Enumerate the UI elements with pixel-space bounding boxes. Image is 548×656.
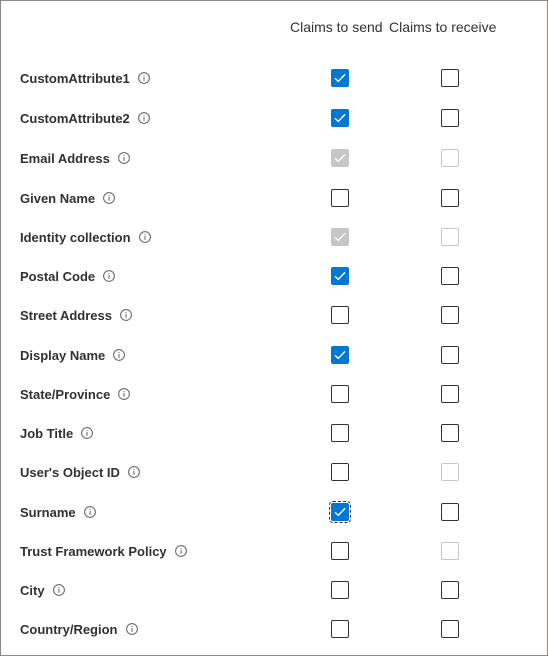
claim-row: CustomAttribute1	[1, 63, 547, 93]
claim-label: User's Object ID	[20, 464, 120, 480]
claims-to-send-checkbox[interactable]	[331, 346, 349, 364]
claim-row: Identity collection	[1, 222, 547, 252]
claims-to-send-checkbox[interactable]	[331, 385, 349, 403]
info-circle-icon[interactable]	[113, 349, 126, 361]
claims-to-send-checkbox[interactable]	[331, 306, 349, 324]
claim-label: Job Title	[20, 425, 74, 441]
info-circle-icon[interactable]	[81, 427, 94, 439]
claim-row: Display Name	[1, 340, 547, 370]
claim-label: CustomAttribute2	[20, 110, 130, 126]
claims-to-receive-checkbox[interactable]	[441, 620, 459, 638]
info-circle-icon[interactable]	[52, 584, 65, 596]
claims-to-receive-checkbox	[441, 542, 459, 560]
claim-label: Identity collection	[20, 229, 131, 245]
claims-to-receive-checkbox	[441, 149, 459, 167]
info-circle-icon[interactable]	[138, 231, 151, 243]
info-circle-icon[interactable]	[125, 623, 138, 635]
claim-row: CustomAttribute2	[1, 103, 547, 133]
claim-row: Job Title	[1, 418, 547, 448]
claims-to-send-checkbox[interactable]	[331, 581, 349, 599]
claims-to-receive-checkbox[interactable]	[441, 385, 459, 403]
claims-to-send-checkbox[interactable]	[331, 463, 349, 481]
claims-to-receive-checkbox[interactable]	[441, 69, 459, 87]
claims-to-receive-checkbox[interactable]	[441, 581, 459, 599]
claim-label: State/Province	[20, 386, 111, 402]
claim-label: Trust Framework Policy	[20, 543, 167, 559]
claim-row: Country/Region	[1, 614, 547, 644]
info-circle-icon[interactable]	[103, 192, 116, 204]
claims-to-send-checkbox[interactable]	[331, 424, 349, 442]
claim-row: Trust Framework Policy	[1, 536, 547, 566]
claim-label: Postal Code	[20, 268, 96, 284]
claim-label: City	[20, 582, 45, 598]
claim-label: Display Name	[20, 347, 106, 363]
claim-label: Street Address	[20, 307, 112, 323]
claim-label: Country/Region	[20, 621, 118, 637]
info-circle-icon[interactable]	[83, 506, 96, 518]
claims-to-receive-checkbox	[441, 463, 459, 481]
claims-to-send-checkbox[interactable]	[331, 267, 349, 285]
claims-to-receive-checkbox[interactable]	[441, 267, 459, 285]
claims-to-send-checkbox	[331, 228, 349, 246]
claim-row: User's Object ID	[1, 457, 547, 487]
claim-row: Email Address	[1, 143, 547, 173]
claims-to-receive-checkbox[interactable]	[441, 424, 459, 442]
claims-to-receive-checkbox[interactable]	[441, 306, 459, 324]
claim-row: City	[1, 575, 547, 605]
claims-to-send-checkbox[interactable]	[331, 109, 349, 127]
claim-label: Given Name	[20, 190, 96, 206]
claim-label: Surname	[20, 504, 76, 520]
info-circle-icon[interactable]	[117, 152, 130, 164]
claims-to-send-checkbox[interactable]	[331, 69, 349, 87]
claims-to-send-checkbox[interactable]	[331, 542, 349, 560]
info-circle-icon[interactable]	[118, 388, 131, 400]
claim-row: State/Province	[1, 379, 547, 409]
column-header-claims-to-receive: Claims to receive	[389, 19, 497, 35]
claims-to-receive-checkbox[interactable]	[441, 189, 459, 207]
claims-to-send-checkbox[interactable]	[331, 189, 349, 207]
info-circle-icon[interactable]	[128, 466, 140, 478]
column-header-claims-to-send: Claims to send	[290, 19, 383, 35]
claims-to-receive-checkbox[interactable]	[441, 109, 459, 127]
info-circle-icon[interactable]	[120, 309, 132, 321]
claims-to-send-checkbox[interactable]	[331, 620, 349, 638]
claims-to-send-checkbox[interactable]	[329, 501, 351, 523]
claim-label: Email Address	[20, 150, 110, 166]
info-circle-icon[interactable]	[174, 545, 187, 557]
claim-label: CustomAttribute1	[20, 70, 130, 86]
claim-row: Given Name	[1, 183, 547, 213]
claim-row: Street Address	[1, 300, 547, 330]
claim-row: Postal Code	[1, 261, 547, 291]
info-circle-icon[interactable]	[137, 112, 150, 124]
claims-to-receive-checkbox	[441, 228, 459, 246]
claims-to-receive-checkbox[interactable]	[441, 346, 459, 364]
claims-to-receive-checkbox[interactable]	[441, 503, 459, 521]
claims-panel: Claims to send Claims to receive CustomA…	[0, 0, 548, 656]
info-circle-icon[interactable]	[137, 72, 150, 84]
info-circle-icon[interactable]	[103, 270, 116, 282]
claims-to-send-checkbox	[331, 149, 349, 167]
claim-row: Surname	[1, 497, 547, 527]
